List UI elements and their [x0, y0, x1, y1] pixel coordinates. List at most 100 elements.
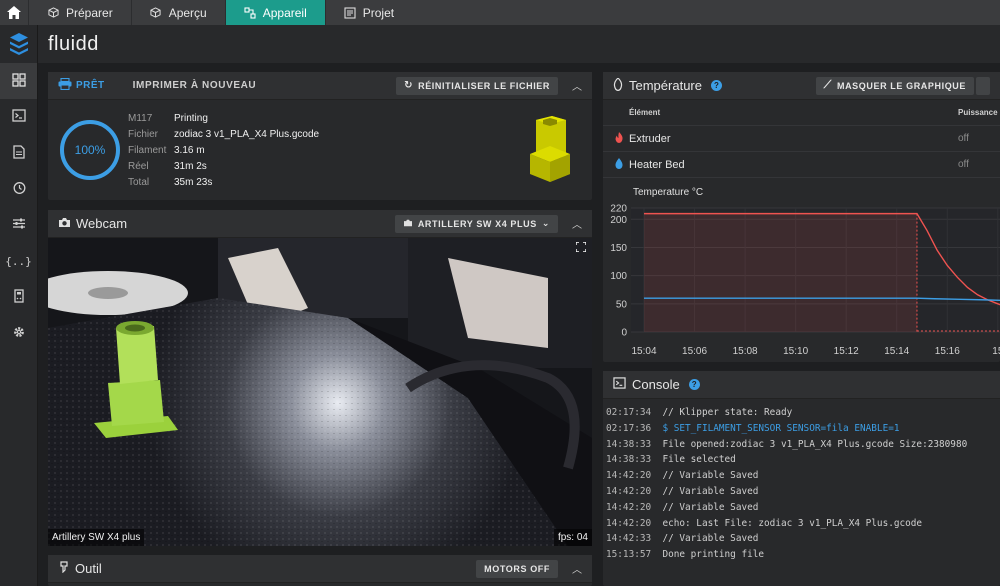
x-tick-label: 15:16	[935, 346, 960, 357]
collapse-chevron-icon[interactable]: ︿	[572, 216, 582, 231]
console-timestamp: 02:17:36	[606, 422, 652, 434]
info-key: M117	[128, 113, 153, 125]
console-line: 02:17:34 // Klipper state: Ready	[606, 407, 792, 418]
heater-row[interactable]: Heater Bed off	[603, 151, 1000, 177]
x-tick-label: 15:10	[783, 346, 808, 357]
job-info-row: Total 35m 23s	[128, 174, 319, 190]
console-timestamp: 14:38:33	[606, 454, 652, 466]
console-timestamp: 15:13:57	[606, 549, 652, 561]
sliders-icon	[12, 217, 26, 233]
history-icon	[12, 181, 26, 198]
sidebar-item-files[interactable]	[0, 135, 37, 171]
tab-device[interactable]: Appareil	[224, 0, 325, 25]
extra-button[interactable]	[976, 76, 990, 95]
tool-title: Outil	[75, 561, 102, 576]
job-info: M117 Printing Fichier zodiac 3 v1_PLA_X4 P…	[128, 111, 319, 190]
job-info-row: Fichier zodiac 3 v1_PLA_X4 Plus.gcode	[128, 127, 319, 143]
camera-select[interactable]: ARTILLERY SW X4 PLUS ⌄	[394, 214, 558, 233]
info-value: Printing	[174, 113, 208, 125]
x-tick-label: 15:14	[884, 346, 909, 357]
job-info-row: Filament 3.16 m	[128, 143, 319, 159]
tab-prepare[interactable]: Préparer	[28, 0, 131, 25]
info-key: Total	[128, 176, 150, 188]
console-timestamp: 14:42:33	[606, 533, 652, 545]
info-key: Fichier	[128, 129, 159, 141]
hide-chart-button[interactable]: ⟋ MASQUER LE GRAPHIQUE	[815, 76, 974, 95]
y-tick-label: 150	[610, 243, 627, 254]
help-icon[interactable]: ?	[710, 80, 722, 91]
webcam-stream[interactable]: Artillery SW X4 plus fps: 04	[48, 238, 592, 546]
console-line: 14:42:20 echo: Last File: zodiac 3 v1_PL…	[606, 518, 922, 529]
console-message: // Variable Saved	[651, 533, 759, 545]
console-line: 15:13:57 Done printing file	[606, 549, 764, 560]
printer-icon	[58, 77, 72, 93]
console-message: // Variable Saved	[651, 470, 759, 482]
webcam-card-header: Webcam ARTILLERY SW X4 PLUS ⌄ ︿	[48, 210, 592, 238]
info-value: 31m 2s	[174, 160, 207, 172]
info-value: 3.16 m	[174, 144, 205, 156]
device-icon	[244, 6, 256, 19]
console-message: File selected	[651, 454, 736, 466]
console-message: // Klipper state: Ready	[651, 407, 793, 418]
gear-icon	[12, 325, 26, 342]
tab-preview[interactable]: Aperçu	[130, 0, 225, 25]
console-line: 14:42:20 // Variable Saved	[606, 470, 758, 481]
heater-row[interactable]: Extruder off	[603, 125, 1000, 151]
top-tab-bar: Préparer Aperçu Appareil Projet	[0, 0, 1000, 25]
column-power: Puissance	[958, 108, 998, 117]
console-message: Done printing file	[651, 549, 765, 561]
sidebar-item-system[interactable]	[0, 279, 37, 315]
sidebar-item-history[interactable]	[0, 171, 37, 207]
sidebar-item-settings[interactable]	[0, 315, 37, 351]
x-tick-label: 15:08	[733, 346, 758, 357]
console-message: File opened:zodiac 3 v1_PLA_X4 Plus.gcod…	[651, 438, 968, 450]
sidebar: {..}	[0, 25, 38, 586]
heater-name: Extruder	[629, 132, 671, 145]
y-tick-label: 100	[610, 271, 627, 282]
console-line: 14:42:33 // Variable Saved	[606, 533, 758, 544]
temperature-card-header: Température ? ⟋ MASQUER LE GRAPHIQUE	[603, 72, 1000, 100]
dashboard-icon	[11, 72, 26, 90]
console-line: 14:42:20 // Variable Saved	[606, 486, 758, 497]
collapse-chevron-icon[interactable]: ︿	[572, 561, 582, 576]
x-tick-label: 15	[992, 346, 1000, 357]
status-state: PRÊT	[58, 77, 105, 93]
cube-icon	[47, 7, 59, 19]
file-icon	[12, 144, 25, 162]
cube-icon	[150, 7, 162, 19]
tab-project[interactable]: Projet	[324, 0, 412, 25]
console-timestamp: 14:42:20	[606, 501, 652, 513]
chart-line-icon: ⟋	[823, 79, 832, 91]
console-line: 14:38:33 File selected	[606, 454, 736, 465]
y-tick-label: 220	[610, 204, 627, 215]
home-icon[interactable]	[0, 0, 28, 25]
terminal-icon	[11, 109, 26, 125]
sidebar-item-tune[interactable]	[0, 207, 37, 243]
fluidd-logo-icon[interactable]	[0, 25, 37, 63]
console-timestamp: 14:42:20	[606, 486, 652, 497]
temperature-card: Température ? ⟋ MASQUER LE GRAPHIQUE Élé…	[603, 72, 1000, 362]
sidebar-item-config[interactable]: {..}	[0, 243, 37, 279]
motors-off-button[interactable]: MOTORS OFF	[476, 559, 558, 578]
tool-icon	[58, 561, 70, 576]
console-title: Console	[632, 377, 680, 392]
job-info-row: Réel 31m 2s	[128, 158, 319, 174]
fullscreen-icon[interactable]	[575, 241, 587, 255]
collapse-chevron-icon[interactable]: ︿	[572, 78, 582, 93]
console-timestamp: 14:42:20	[606, 470, 652, 482]
y-tick-label: 200	[610, 215, 627, 226]
code-braces-icon: {..}	[5, 254, 32, 268]
reset-file-button[interactable]: ↻ RÉINITIALISER LE FICHIER	[396, 76, 558, 95]
tool-card: Outil MOTORS OFF ︿	[48, 555, 592, 586]
console-timestamp: 14:38:33	[606, 438, 652, 450]
help-icon[interactable]: ?	[688, 379, 700, 390]
chart-title: Temperature °C	[633, 187, 703, 198]
webcam-card: Webcam ARTILLERY SW X4 PLUS ⌄ ︿ Artiller…	[48, 210, 592, 546]
fps-indicator: fps: 04	[553, 529, 592, 546]
sidebar-item-dashboard[interactable]	[0, 63, 37, 99]
sidebar-item-console[interactable]	[0, 99, 37, 135]
model-thumbnail	[530, 116, 570, 182]
x-tick-label: 15:06	[682, 346, 707, 357]
reprint-button[interactable]: IMPRIMER À NOUVEAU	[133, 80, 257, 91]
webcam-title: Webcam	[76, 216, 128, 231]
